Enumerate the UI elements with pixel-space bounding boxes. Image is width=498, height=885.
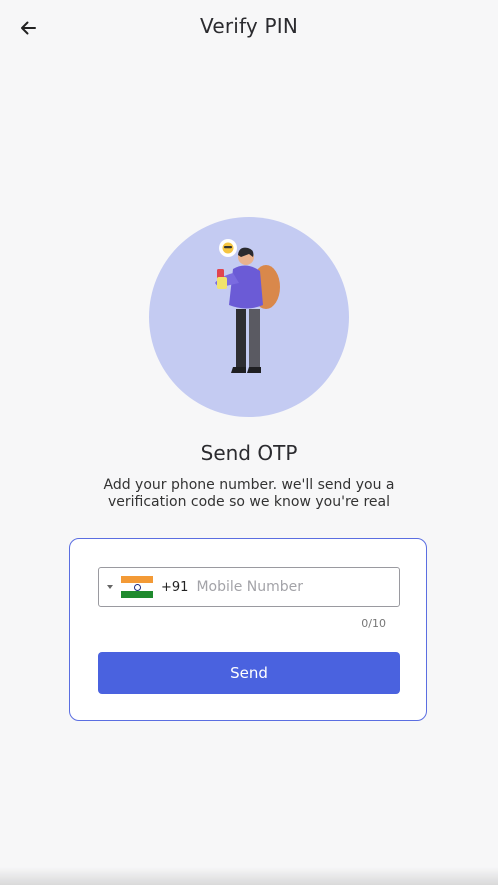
india-flag-icon — [121, 576, 153, 598]
send-button[interactable]: Send — [98, 652, 400, 694]
mobile-number-input[interactable] — [196, 568, 399, 606]
otp-form-card: +91 0/10 Send — [69, 538, 427, 721]
character-counter: 0/10 — [361, 617, 386, 630]
country-code: +91 — [161, 579, 189, 595]
top-app-bar: Verify PIN — [0, 0, 498, 56]
instruction-text: Add your phone number. we'll send you a … — [103, 477, 395, 510]
caret-down-icon — [107, 585, 113, 589]
person-with-phone-illustration — [149, 217, 349, 417]
country-code-dropdown[interactable]: +91 — [99, 568, 196, 606]
page-title: Verify PIN — [199, 14, 298, 38]
bottom-edge-shadow — [0, 867, 498, 885]
send-otp-heading: Send OTP — [200, 441, 298, 465]
phone-number-field: +91 — [98, 567, 400, 607]
